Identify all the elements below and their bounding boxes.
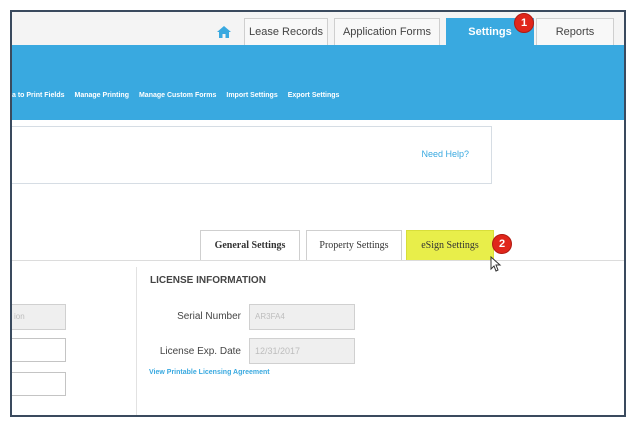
left-field-1[interactable]: ion bbox=[12, 304, 66, 330]
home-tab[interactable] bbox=[204, 18, 244, 45]
subnav-print-fields[interactable]: a to Print Fields bbox=[12, 92, 65, 104]
step-badge-1: 1 bbox=[514, 13, 534, 33]
top-tab-bar: Lease Records Application Forms Settings… bbox=[12, 12, 624, 46]
settings-sub-nav: a to Print Fields Manage Printing Manage… bbox=[12, 45, 624, 120]
serial-number-field[interactable]: AR3FA4 bbox=[249, 304, 355, 330]
subnav-export-settings[interactable]: Export Settings bbox=[288, 92, 340, 104]
tab-property-settings[interactable]: Property Settings bbox=[306, 230, 402, 260]
licensing-agreement-link[interactable]: View Printable Licensing Agreement bbox=[149, 369, 270, 376]
license-exp-date-field[interactable]: 12/31/2017 bbox=[249, 338, 355, 364]
tab-divider bbox=[12, 260, 624, 261]
help-box: Need Help? bbox=[12, 126, 492, 184]
serial-number-label: Serial Number bbox=[177, 311, 241, 322]
left-field-2[interactable] bbox=[12, 338, 66, 362]
tab-application-forms[interactable]: Application Forms bbox=[334, 18, 440, 45]
app-window: Lease Records Application Forms Settings… bbox=[10, 10, 626, 417]
mouse-pointer-icon bbox=[490, 256, 502, 272]
tab-esign-settings-label: eSign Settings bbox=[421, 240, 479, 251]
subnav-manage-printing[interactable]: Manage Printing bbox=[75, 92, 129, 104]
home-icon bbox=[217, 25, 231, 38]
subnav-import-settings[interactable]: Import Settings bbox=[226, 92, 277, 104]
license-exp-date-label: License Exp. Date bbox=[159, 346, 241, 357]
step-badge-2: 2 bbox=[492, 234, 512, 254]
tab-reports[interactable]: Reports bbox=[536, 18, 614, 45]
need-help-link[interactable]: Need Help? bbox=[421, 149, 469, 159]
license-title: LICENSE INFORMATION bbox=[150, 275, 266, 286]
tab-esign-settings[interactable]: eSign Settings bbox=[406, 230, 494, 260]
subnav-manage-custom-forms[interactable]: Manage Custom Forms bbox=[139, 92, 216, 104]
left-field-3[interactable] bbox=[12, 372, 66, 396]
tab-settings-label: Settings bbox=[468, 26, 512, 38]
panel-divider bbox=[136, 267, 137, 415]
tab-general-settings[interactable]: General Settings bbox=[200, 230, 300, 260]
tab-lease-records[interactable]: Lease Records bbox=[244, 18, 328, 45]
